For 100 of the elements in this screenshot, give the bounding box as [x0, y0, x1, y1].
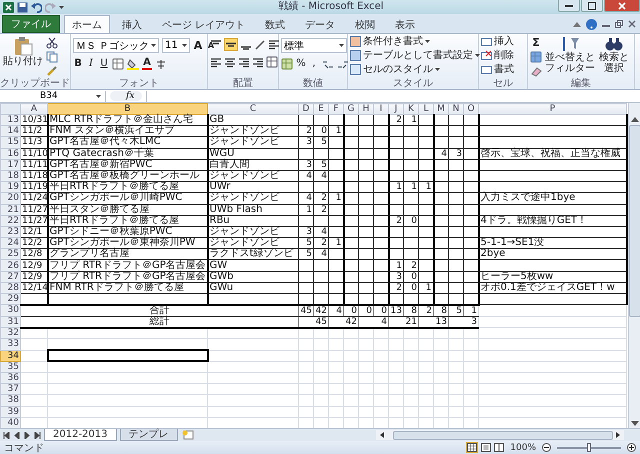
- row-header[interactable]: 29: [0, 294, 20, 305]
- vertical-scrollbar[interactable]: [628, 103, 640, 428]
- scroll-up-icon[interactable]: [631, 117, 639, 122]
- name-box[interactable]: B34: [0, 90, 106, 102]
- font-name-dropdown[interactable]: ＭＳ Ｐゴシック: [73, 38, 159, 53]
- row-header[interactable]: 23: [0, 226, 20, 238]
- column-header[interactable]: A: [20, 104, 48, 114]
- restore-icon[interactable]: [615, 20, 623, 28]
- grow-font-button[interactable]: A: [193, 40, 203, 52]
- row-header[interactable]: 36: [0, 372, 20, 384]
- caret-icon[interactable]: [151, 44, 156, 47]
- new-sheet-icon[interactable]: [180, 430, 195, 440]
- percent-button[interactable]: %: [296, 58, 306, 70]
- cell-menu-button[interactable]: 削除: [481, 49, 514, 62]
- align-left-icon[interactable]: [210, 56, 222, 68]
- scroll-right-icon[interactable]: [616, 432, 620, 438]
- ribbon-tab[interactable]: データ: [297, 15, 344, 33]
- sheet-tab[interactable]: 2012-2013: [44, 429, 117, 441]
- row-header[interactable]: 13: [0, 114, 20, 126]
- number-format-dropdown[interactable]: 標準: [281, 38, 347, 53]
- scroll-down-icon[interactable]: [631, 421, 639, 426]
- column-header[interactable]: F: [328, 104, 344, 114]
- maximize-button[interactable]: [581, 0, 603, 12]
- row-header[interactable]: 32: [0, 328, 20, 339]
- caret-icon[interactable]: [339, 44, 344, 47]
- sheet-tab[interactable]: テンプレ: [120, 429, 178, 441]
- phonetic-icon[interactable]: [155, 58, 167, 70]
- file-tab[interactable]: ファイル: [2, 15, 60, 33]
- row-header[interactable]: 25: [0, 248, 20, 260]
- row-header[interactable]: 26: [0, 260, 20, 272]
- row-header[interactable]: 34: [0, 350, 20, 362]
- row-header[interactable]: 27: [0, 271, 20, 282]
- row-header[interactable]: 39: [0, 406, 20, 418]
- row-header[interactable]: 38: [0, 394, 20, 406]
- align-center-icon[interactable]: [224, 56, 236, 68]
- caret-icon[interactable]: [59, 6, 64, 8]
- ribbon-tab[interactable]: 校閲: [347, 15, 384, 33]
- insert-function-button[interactable]: fx: [110, 91, 142, 101]
- row-header[interactable]: 30: [0, 304, 20, 316]
- column-header[interactable]: I: [374, 104, 388, 114]
- column-header[interactable]: N: [448, 104, 464, 114]
- zoom-out-icon[interactable]: [542, 443, 551, 452]
- close-icon[interactable]: [628, 20, 636, 28]
- column-header[interactable]: P: [478, 104, 626, 114]
- style-menu-button[interactable]: 条件付き書式: [350, 35, 430, 48]
- fill-color-icon[interactable]: [127, 58, 139, 70]
- zoom-slider-thumb[interactable]: [587, 442, 591, 452]
- caret-icon[interactable]: [182, 44, 187, 47]
- column-header[interactable]: C: [208, 104, 298, 114]
- row-header[interactable]: 28: [0, 282, 20, 294]
- help-icon[interactable]: [586, 18, 597, 30]
- ribbon-tab[interactable]: ページ レイアウト: [154, 15, 254, 33]
- fill-icon[interactable]: [530, 51, 542, 63]
- row-header[interactable]: 31: [0, 316, 20, 328]
- paste-button[interactable]: 貼り付け: [2, 36, 44, 67]
- column-header[interactable]: B: [48, 104, 208, 114]
- caret-icon[interactable]: [96, 94, 101, 98]
- font-size-dropdown[interactable]: 11: [162, 38, 190, 53]
- merge-cells-icon[interactable]: [266, 56, 278, 68]
- sort-filter-button[interactable]: 並べ替えと フィルター: [544, 36, 596, 74]
- row-header[interactable]: 20: [0, 192, 20, 204]
- column-header[interactable]: E: [314, 104, 328, 114]
- comma-button[interactable]: ,: [309, 58, 319, 70]
- column-header[interactable]: D: [298, 104, 314, 114]
- column-header[interactable]: M: [434, 104, 448, 114]
- autosum-button[interactable]: Σ: [530, 37, 542, 49]
- page-layout-icon[interactable]: [481, 443, 492, 452]
- page-break-icon[interactable]: [494, 443, 504, 452]
- ribbon-tab[interactable]: 挿入: [114, 15, 150, 33]
- sheet-navigation-icon[interactable]: [3, 432, 41, 438]
- font-color-button[interactable]: A: [142, 58, 152, 70]
- brush-icon[interactable]: [46, 65, 58, 77]
- style-menu-button[interactable]: セルのスタイル: [350, 63, 440, 76]
- shrink-font-button[interactable]: A: [206, 40, 216, 52]
- currency-icon[interactable]: [281, 58, 293, 70]
- find-select-button[interactable]: 検索と 選択: [598, 36, 630, 74]
- row-header[interactable]: 14: [0, 126, 20, 137]
- row-header[interactable]: 17: [0, 159, 20, 170]
- zoom-level[interactable]: 100%: [510, 442, 536, 452]
- style-menu-button[interactable]: テーブルとして書式設定: [350, 49, 480, 62]
- row-header[interactable]: 22: [0, 215, 20, 226]
- row-header[interactable]: 37: [0, 384, 20, 395]
- row-header[interactable]: 33: [0, 338, 20, 350]
- row-header[interactable]: 16: [0, 148, 20, 160]
- row-header[interactable]: 18: [0, 170, 20, 182]
- row-header[interactable]: 35: [0, 361, 20, 372]
- column-header[interactable]: H: [358, 104, 374, 114]
- minimize-button[interactable]: [558, 0, 580, 12]
- close-button[interactable]: [604, 0, 640, 12]
- column-header[interactable]: K: [404, 104, 418, 114]
- underline-button[interactable]: U: [99, 58, 109, 70]
- border-icon[interactable]: [112, 58, 124, 70]
- cell-menu-button[interactable]: 挿入: [481, 35, 514, 48]
- wrap-text-icon[interactable]: [268, 39, 280, 50]
- ribbon-tab[interactable]: 数式: [257, 15, 294, 33]
- ribbon-tab[interactable]: 表示: [387, 15, 424, 33]
- ribbon-tab[interactable]: ホーム: [64, 15, 110, 33]
- row-header[interactable]: 40: [0, 417, 20, 428]
- row-header[interactable]: 19: [0, 182, 20, 193]
- indent-icon[interactable]: [252, 56, 264, 68]
